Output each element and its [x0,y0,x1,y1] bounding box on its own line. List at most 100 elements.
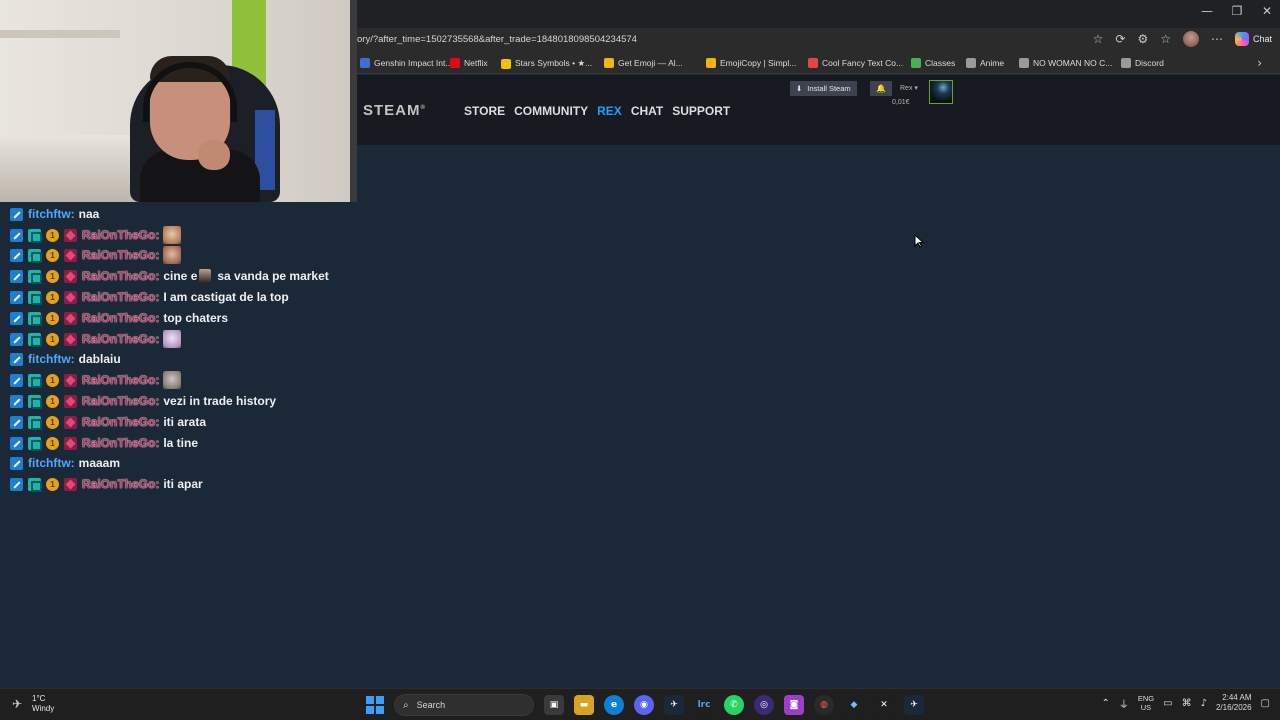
moderator-badge-icon [10,352,23,366]
file-explorer-icon[interactable]: ▬ [574,695,594,715]
chat-overlay: fitchftw: naa 1 RaiOnTheGo: 1 RaiOnTheGo: 1 Rai… [0,202,358,688]
lrc-app-icon[interactable]: lrc [694,695,714,715]
chat-username[interactable]: RaiOnTheGo: [82,248,159,262]
weather-widget[interactable]: ✈ 1°C Windy [12,694,54,714]
bookmark-item[interactable]: Discord [1121,58,1164,68]
wind-icon: ✈ [12,697,23,711]
bits-badge-icon: 1 [46,415,59,429]
bookmark-item[interactable]: Stars Symbols • ★... [501,58,592,69]
bookmark-item[interactable]: Netflix [450,58,488,68]
task-view-icon[interactable]: ▣ [544,695,564,715]
subscriber-badge-icon [64,228,77,242]
steam-nav-rex[interactable]: REX [597,104,622,118]
chat-username[interactable]: fitchftw: [28,456,75,470]
chat-username[interactable]: RaiOnTheGo: [82,477,159,491]
steam-avatar[interactable] [929,80,953,104]
clock[interactable]: 2:44 AM 2/16/2026 [1216,693,1252,713]
chat-username[interactable]: RaiOnTheGo: [82,269,159,283]
bookmark-item[interactable]: NO WOMAN NO C... [1019,58,1112,68]
steam-nav-community[interactable]: COMMUNITY [514,104,588,118]
chat-message: 1 RaiOnTheGo: iti arata [10,413,206,431]
moderator-badge-icon [10,311,23,325]
notifications-icon[interactable]: ▢ [1261,698,1270,709]
chevron-up-icon[interactable]: ⌃ [1101,698,1109,709]
favorites-icon[interactable]: ☆ [1160,32,1171,46]
app-ring-icon[interactable]: ◍ [814,695,834,715]
chat-username[interactable]: RaiOnTheGo: [82,394,159,408]
bits-badge-icon: 1 [46,332,59,346]
bookmark-favicon-icon [1019,58,1029,68]
moderator-badge-icon [10,394,23,408]
vip-badge-icon [28,269,42,284]
bookmark-item[interactable]: EmojiCopy | Simpl... [706,58,796,68]
vip-badge-icon [28,373,42,388]
network-icon[interactable]: ⌘ [1182,698,1192,709]
app-purple-icon[interactable]: ◙ [784,695,804,715]
bits-badge-icon: 1 [46,436,59,450]
steam-nav-support[interactable]: SUPPORT [672,104,730,118]
account-menu[interactable]: Rex ▾ [900,84,918,92]
profile-avatar[interactable] [1182,31,1199,47]
display-icon[interactable]: ▭ [1163,698,1172,709]
vip-badge-icon [28,436,42,451]
steam-nav-store[interactable]: STORE [464,104,505,118]
bookmark-label: Classes [925,58,956,68]
screen: — ❐ ✕ ory/?after_time=1502735568&after_t… [0,0,1280,720]
bookmark-item[interactable]: Anime [966,58,1004,68]
steam-tray-icon[interactable]: ✈ [904,695,924,715]
minimize-button[interactable]: — [1200,4,1214,18]
chat-username[interactable]: RaiOnTheGo: [82,311,159,325]
refresh-extension-icon[interactable]: ⟳ [1115,32,1125,46]
chat-username[interactable]: RaiOnTheGo: [82,332,159,346]
bookmark-item[interactable]: Cool Fancy Text Co... [808,58,903,68]
url-field[interactable]: ory/?after_time=1502735568&after_trade=1… [357,34,637,45]
chat-username[interactable]: RaiOnTheGo: [82,290,159,304]
steam-logo[interactable]: STEAM® [363,102,426,119]
install-steam-button[interactable]: ⬇ Install Steam [790,81,857,96]
vip-badge-icon [28,248,42,263]
vip-badge-icon [28,332,42,347]
notifications-bell-icon[interactable]: 🔔 [870,81,892,96]
subscriber-badge-icon [64,332,77,346]
close-button[interactable]: ✕ [1260,4,1274,18]
messenger-icon[interactable]: ◎ [754,695,774,715]
microphone-icon[interactable]: ⏚ [1119,696,1129,711]
restore-button[interactable]: ❐ [1230,4,1244,18]
taskbar-search[interactable]: ⌕ Search [394,694,534,716]
copilot-icon [1234,32,1249,46]
steam-nav-chat[interactable]: CHAT [631,104,663,118]
chat-username[interactable]: fitchftw: [28,207,75,221]
chat-username[interactable]: fitchftw: [28,352,75,366]
bookmark-label: Cool Fancy Text Co... [822,58,904,68]
chat-message: 1 RaiOnTheGo: la tine [10,434,198,452]
window-controls: — ❐ ✕ [1200,4,1274,18]
language-indicator[interactable]: ENG US [1138,694,1154,712]
bookmark-item[interactable]: Genshin Impact Int... [360,58,452,68]
steam-icon[interactable]: ✈ [664,695,684,715]
edge-browser-icon[interactable]: e [604,695,624,715]
chat-username[interactable]: RaiOnTheGo: [82,373,159,387]
chat-username[interactable]: RaiOnTheGo: [82,436,159,450]
favorite-star-icon[interactable]: ☆ [1093,32,1104,46]
bookmark-item[interactable]: Get Emoji — Al... [604,58,683,68]
capcut-icon[interactable]: ✕ [874,695,894,715]
bits-badge-icon: 1 [46,394,59,408]
bookmark-label: Discord [1135,58,1164,68]
taskbar: ✈ 1°C Windy ⌕ Search ▣ ▬ e ◉ ✈ lrc ✆ ◎ ◙… [0,688,1280,720]
discord-icon[interactable]: ◉ [634,695,654,715]
chat-message: 1 RaiOnTheGo: top chaters [10,309,228,327]
chat-message-text: vezi in trade history [163,394,277,408]
bits-badge-icon: 1 [46,373,59,387]
bookmarks-more-chevron-icon[interactable]: › [1257,56,1262,70]
bits-badge-icon: 1 [46,228,59,242]
start-button-icon[interactable] [366,696,384,714]
copilot-chat-button[interactable]: Chat [1234,32,1272,46]
more-menu-icon[interactable]: ⋯ [1211,32,1223,46]
chat-username[interactable]: RaiOnTheGo: [82,228,159,242]
chat-username[interactable]: RaiOnTheGo: [82,415,159,429]
whatsapp-icon[interactable]: ✆ [724,695,744,715]
bookmark-item[interactable]: Classes [911,58,955,68]
volume-icon[interactable]: ♪ [1201,698,1207,709]
app-diamond-icon[interactable]: ◆ [844,695,864,715]
extensions-icon[interactable]: ⚙ [1137,32,1148,46]
